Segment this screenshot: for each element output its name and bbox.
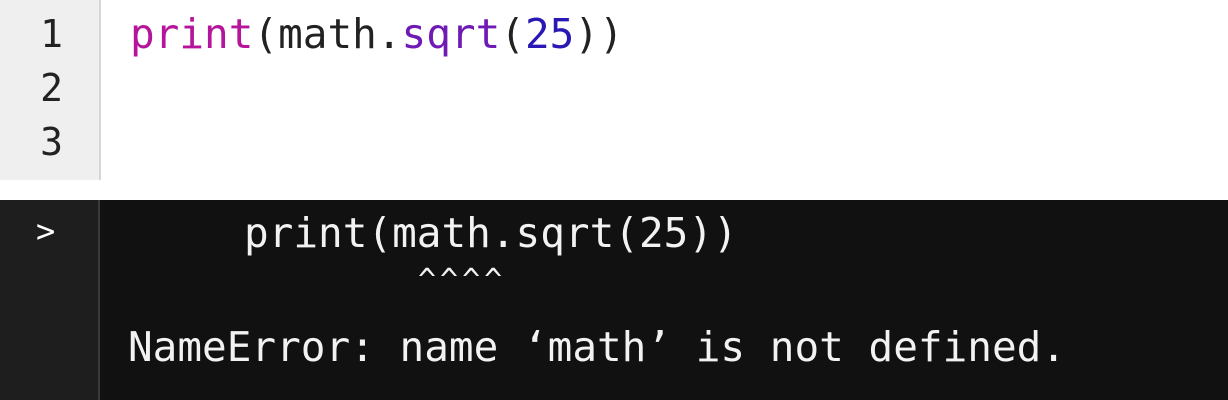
console-gutter: > (0, 200, 100, 400)
paren-token: ( (253, 10, 279, 58)
code-line-1[interactable]: print(math.sqrt(25)) (130, 7, 624, 61)
error-caret-marker: ^^^^ (418, 263, 507, 298)
line-number: 3 (40, 120, 63, 164)
dot-token: . (376, 10, 402, 58)
line-number-gutter: 1 2 3 (0, 0, 101, 180)
line-number: 2 (40, 66, 63, 110)
console-output-panel[interactable]: > print(math.sqrt(25)) ^^^^ NameError: n… (0, 200, 1228, 400)
line-number: 1 (40, 12, 63, 56)
code-editor[interactable]: 1 2 3 print(math.sqrt(25)) (0, 0, 1228, 182)
traceback-code-line: print(math.sqrt(25)) (244, 209, 738, 257)
prompt-chevron-icon: > (36, 212, 56, 250)
identifier-token: math (278, 10, 377, 58)
error-message: NameError: name ‘math’ is not defined. (128, 323, 1066, 371)
builtin-token: print (130, 10, 254, 58)
code-playground: 1 2 3 print(math.sqrt(25)) > print(math.… (0, 0, 1228, 400)
function-token: sqrt (401, 10, 501, 58)
number-token: 25 (524, 10, 575, 58)
paren-token: )) (574, 10, 624, 58)
paren-token: ( (500, 10, 525, 58)
